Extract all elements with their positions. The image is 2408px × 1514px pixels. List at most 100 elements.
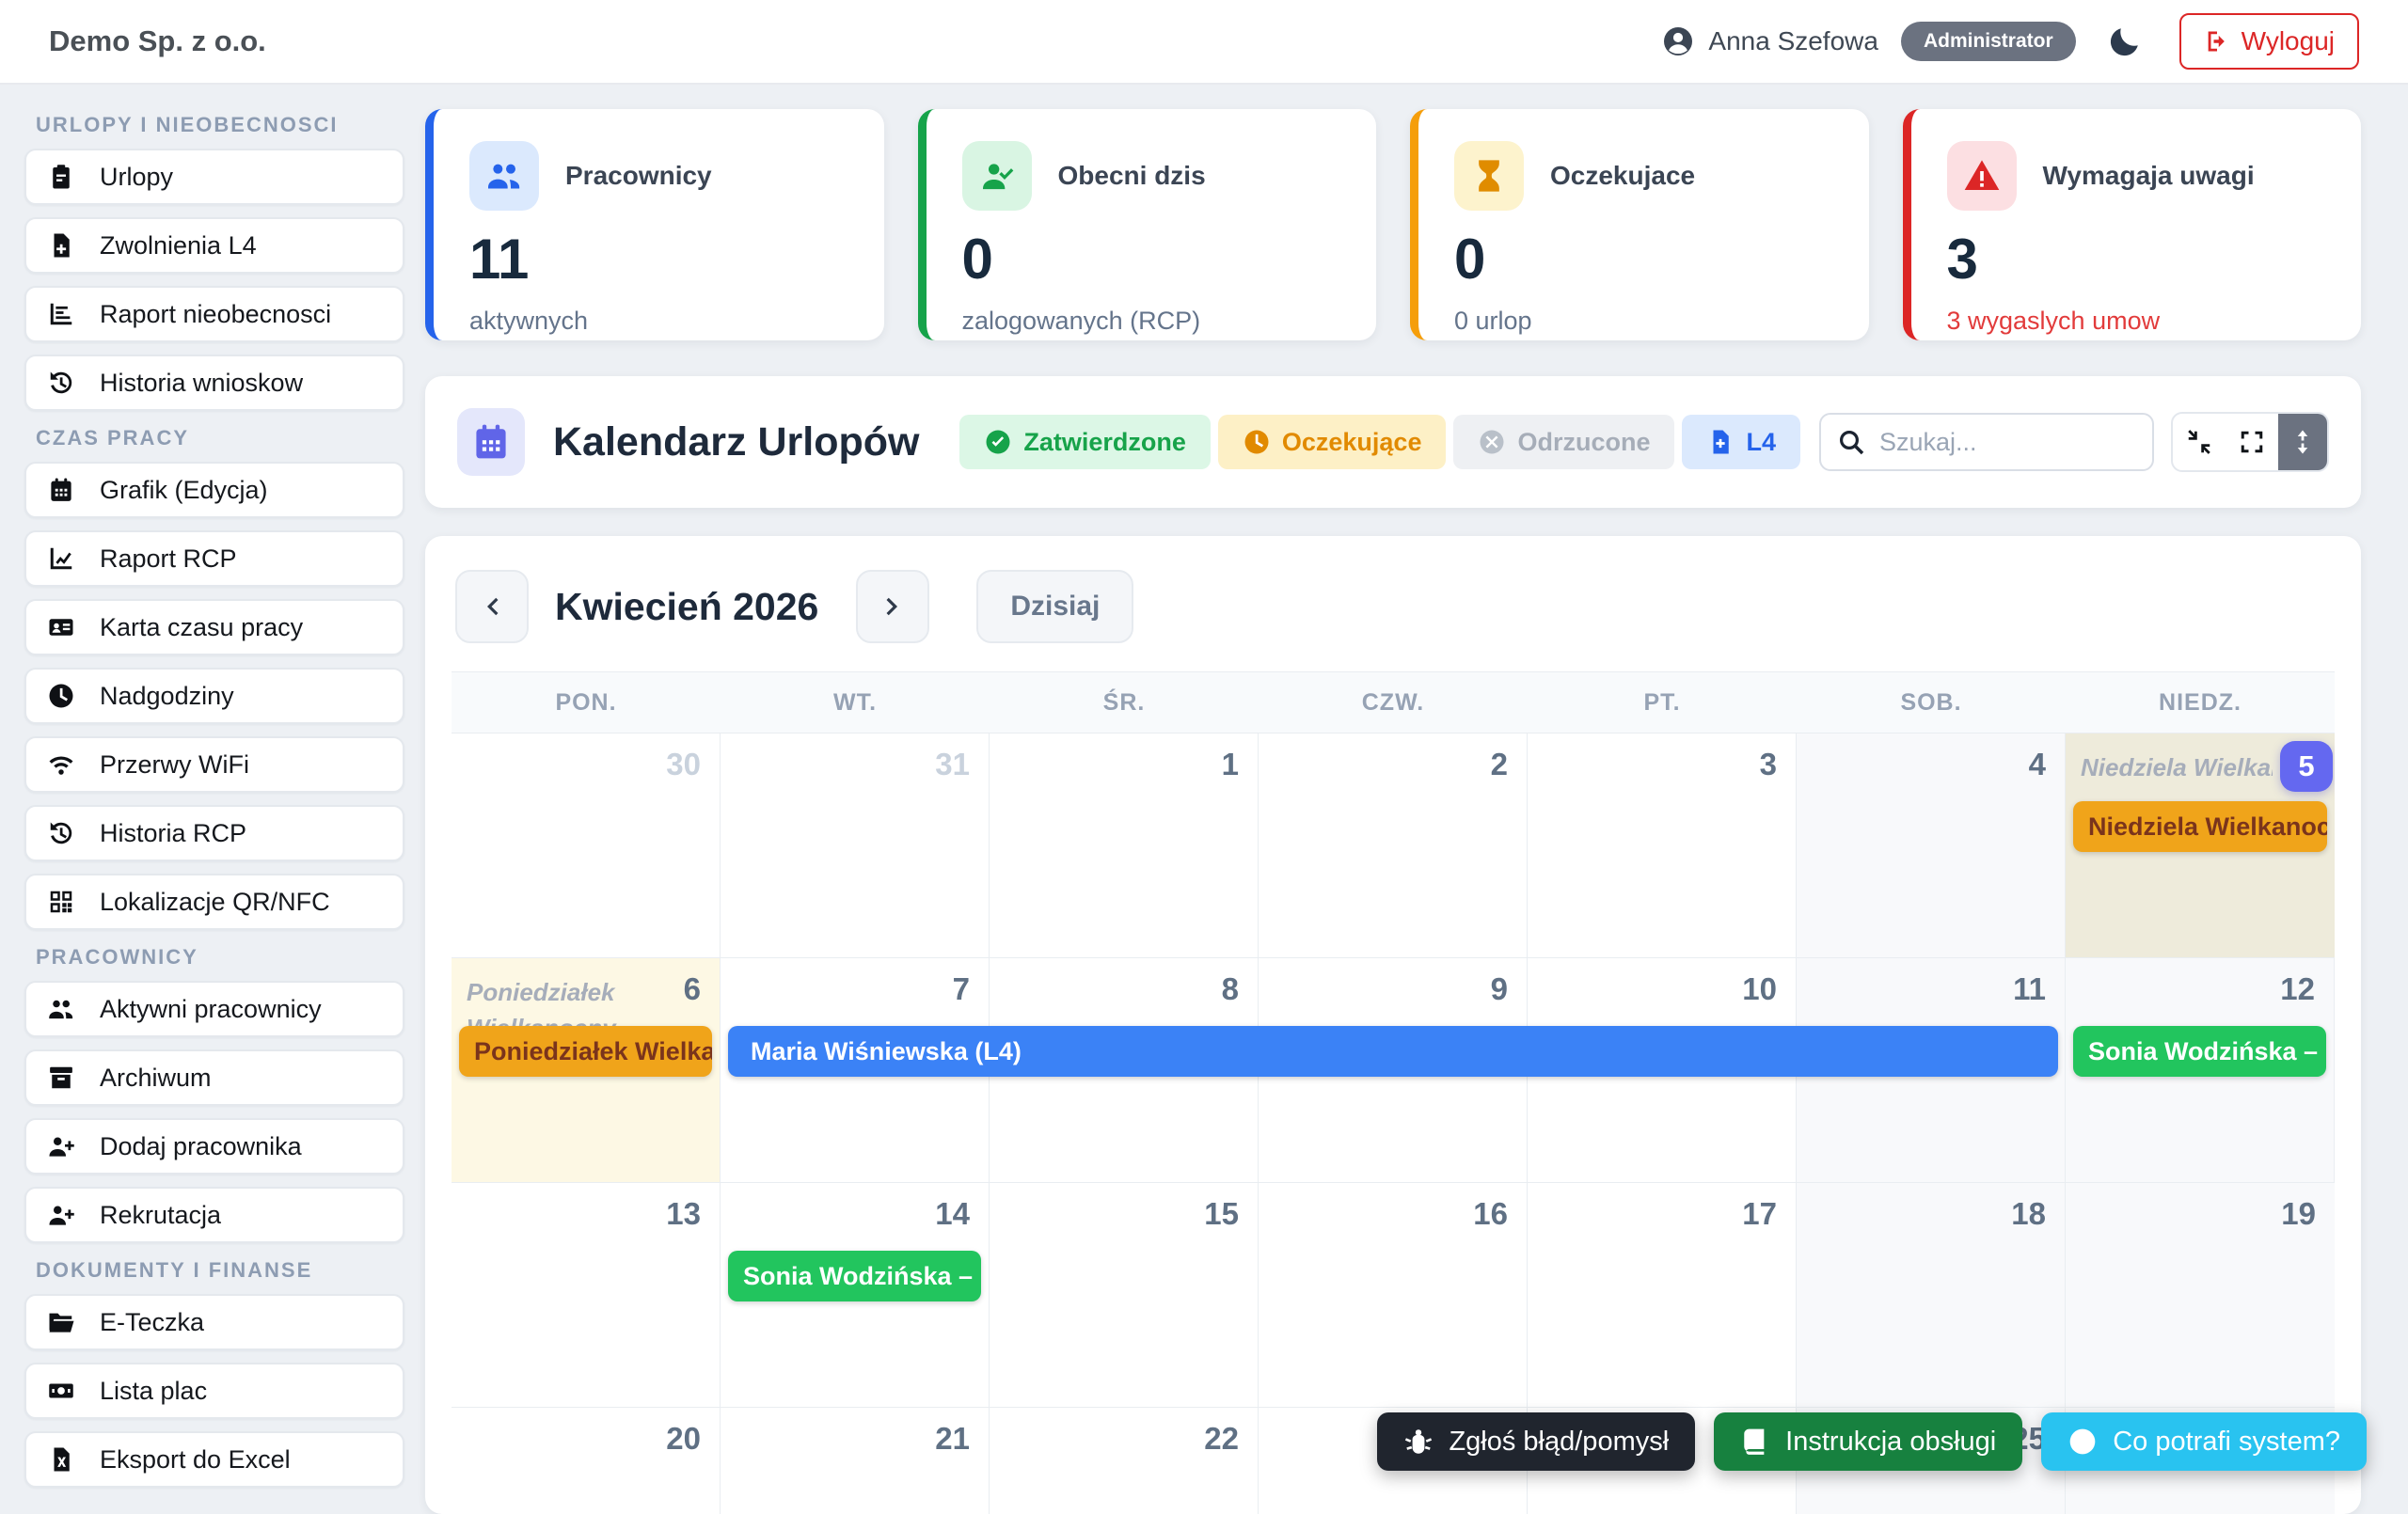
sidebar-item-dodaj-pracownika[interactable]: Dodaj pracownika [24, 1118, 404, 1175]
tool-button-v-arrows[interactable] [2278, 414, 2327, 470]
calendar-day-4[interactable]: 4 [1797, 733, 2066, 957]
qrcode-icon [47, 888, 75, 916]
next-month-button[interactable] [856, 570, 929, 643]
calendar-day-14[interactable]: 14 Sonia Wodzińska – Urlop [721, 1183, 990, 1407]
sidebar-item-raport-rcp[interactable]: Raport RCP [24, 530, 404, 587]
day-of-week-row: PON.WT.ŚR.CZW.PT.SOB.NIEDZ. [452, 671, 2335, 733]
user-plus-icon [47, 1201, 75, 1229]
filter-chip-oczekuj-ce[interactable]: Oczekujące [1218, 415, 1447, 469]
sidebar-item-przerwy-wifi[interactable]: Przerwy WiFi [24, 736, 404, 793]
day-number: 14 [935, 1196, 970, 1232]
sidebar-item-historia-wnioskow[interactable]: Historia wnioskow [24, 355, 404, 411]
today-button[interactable]: Dzisiaj [976, 570, 1133, 643]
logout-button[interactable]: Wyloguj [2179, 13, 2359, 70]
prev-month-button[interactable] [455, 570, 529, 643]
archive-icon [47, 1064, 75, 1092]
calendar-day-30[interactable]: 30 [452, 733, 721, 957]
sidebar-item-label: Lokalizacje QR/NFC [100, 888, 330, 917]
check-circle-icon [984, 428, 1012, 456]
history-icon [47, 819, 75, 847]
stat-subtitle: aktywnych [469, 307, 848, 336]
fab-zg-o-b-d-pomys[interactable]: Zgłoś błąd/pomysł [1377, 1412, 1695, 1471]
sidebar-item-raport-nieobecnosci[interactable]: Raport nieobecnosci [24, 286, 404, 342]
calendar-day-19[interactable]: 19 [2066, 1183, 2335, 1407]
main-content: Pracownicy11aktywnychObecni dzis0zalogow… [425, 85, 2408, 1514]
tool-button-compress[interactable] [2173, 414, 2226, 470]
calendar-nav: Kwiecień 2026 Dzisiaj [452, 564, 2335, 643]
sidebar-section-title-pracownicy: PRACOWNICY [36, 945, 404, 970]
stat-subtitle: 0 urlop [1454, 307, 1833, 336]
sidebar-item-grafik-edycja[interactable]: Grafik (Edycja) [24, 462, 404, 518]
sidebar-item-label: Zwolnienia L4 [100, 231, 257, 260]
calendar-day-3[interactable]: 3 [1528, 733, 1797, 957]
calendar-day-16[interactable]: 16 [1259, 1183, 1528, 1407]
calendar-day-6[interactable]: Poniedziałek Wielkanocny6Poniedziałek Wi… [452, 958, 721, 1182]
sidebar-item-label: Archiwum [100, 1064, 212, 1093]
calendar-day-13[interactable]: 13 [452, 1183, 721, 1407]
filter-chip-l4[interactable]: L4 [1682, 415, 1800, 469]
day-of-week-label: PON. [452, 672, 721, 733]
sidebar-item-eksport-do-excel[interactable]: Eksport do Excel [24, 1431, 404, 1488]
calendar-day-2[interactable]: 2 [1259, 733, 1528, 957]
users-icon [47, 995, 75, 1023]
sidebar-item-lista-plac[interactable]: Lista plac [24, 1363, 404, 1419]
fab-instrukcja-obs-ugi[interactable]: Instrukcja obsługi [1714, 1412, 2022, 1471]
event-pill[interactable]: Poniedziałek Wielkanocny [459, 1026, 712, 1077]
day-number: 6 [684, 971, 701, 1007]
bug-icon [1403, 1427, 1434, 1457]
day-number: 2 [1491, 747, 1508, 782]
event-pill[interactable]: Sonia Wodzińska – Urlop [2073, 1026, 2326, 1077]
stat-subtitle: zalogowanych (RCP) [962, 307, 1341, 336]
app-header: Demo Sp. z o.o. Anna Szefowa Administrat… [0, 0, 2408, 85]
day-number: 18 [2011, 1196, 2046, 1232]
user-check-icon [978, 157, 1016, 195]
calendar-day-12[interactable]: 12Sonia Wodzińska – Urlop [2066, 958, 2335, 1182]
event-pill[interactable]: Niedziela Wielkanocna [2073, 801, 2327, 852]
calendar-day-17[interactable]: 17 [1528, 1183, 1797, 1407]
stat-value: 0 [962, 231, 1341, 288]
calendar-day-5[interactable]: Niedziela Wielkanocna5Niedziela Wielkano… [2066, 733, 2335, 957]
clock-icon [47, 682, 75, 710]
sidebar-item-e-teczka[interactable]: E-Teczka [24, 1294, 404, 1350]
sidebar-item-label: Raport RCP [100, 544, 237, 574]
sidebar-item-aktywni-pracownicy[interactable]: Aktywni pracownicy [24, 981, 404, 1037]
calendar-grid: PON.WT.ŚR.CZW.PT.SOB.NIEDZ.30311 234Niedz… [452, 671, 2335, 1514]
calendar-day-22[interactable]: 22 [990, 1408, 1259, 1514]
dark-mode-toggle-moon-icon[interactable] [2108, 24, 2142, 58]
tool-button-expand[interactable] [2226, 414, 2278, 470]
sidebar-item-archiwum[interactable]: Archiwum [24, 1049, 404, 1106]
filter-chip-zatwierdzone[interactable]: Zatwierdzone [959, 415, 1211, 469]
stat-title: Oczekujace [1550, 161, 1695, 191]
search-input[interactable] [1819, 413, 2154, 471]
filter-chip-odrzucone[interactable]: Odrzucone [1453, 415, 1674, 469]
stat-value: 0 [1454, 231, 1833, 288]
sidebar-item-nadgodziny[interactable]: Nadgodziny [24, 668, 404, 724]
stat-card-obecni-dzis: Obecni dzis 0 zalogowanych (RCP) [918, 109, 1377, 340]
day-number: 19 [2281, 1196, 2316, 1232]
event-bar[interactable]: Maria Wiśniewska (L4) [728, 1026, 2058, 1077]
search-icon [1836, 427, 1866, 457]
day-of-week-label: NIEDZ. [2066, 672, 2335, 733]
calendar-day-15[interactable]: 15 [990, 1183, 1259, 1407]
user-menu[interactable]: Anna Szefowa [1661, 24, 1878, 58]
day-number: 8 [1222, 971, 1239, 1007]
sidebar: URLOPY I NIEOBECNOSCIUrlopyZwolnienia L4… [0, 85, 425, 1505]
sidebar-item-lokalizacje-qr-nfc[interactable]: Lokalizacje QR/NFC [24, 874, 404, 930]
sidebar-item-zwolnienia-l4[interactable]: Zwolnienia L4 [24, 217, 404, 274]
day-of-week-label: CZW. [1259, 672, 1528, 733]
calendar-day-18[interactable]: 18 [1797, 1183, 2066, 1407]
fab-co-potrafi-system[interactable]: Co potrafi system? [2041, 1412, 2367, 1471]
sidebar-item-karta-czasu-pracy[interactable]: Karta czasu pracy [24, 599, 404, 655]
sidebar-item-urlopy[interactable]: Urlopy [24, 149, 404, 205]
sidebar-item-historia-rcp[interactable]: Historia RCP [24, 805, 404, 861]
file-plus-icon [47, 231, 75, 260]
stat-title: Obecni dzis [1058, 161, 1206, 191]
day-of-week-label: SOB. [1797, 672, 2066, 733]
event-pill[interactable]: Sonia Wodzińska – Urlop [728, 1251, 981, 1301]
calendar-day-21[interactable]: 21 [721, 1408, 990, 1514]
calendar-day-31[interactable]: 31 [721, 733, 990, 957]
sidebar-item-rekrutacja[interactable]: Rekrutacja [24, 1187, 404, 1243]
user-avatar-icon [1661, 24, 1695, 58]
calendar-day-20[interactable]: 20 [452, 1408, 721, 1514]
calendar-day-1[interactable]: 1 [990, 733, 1259, 957]
